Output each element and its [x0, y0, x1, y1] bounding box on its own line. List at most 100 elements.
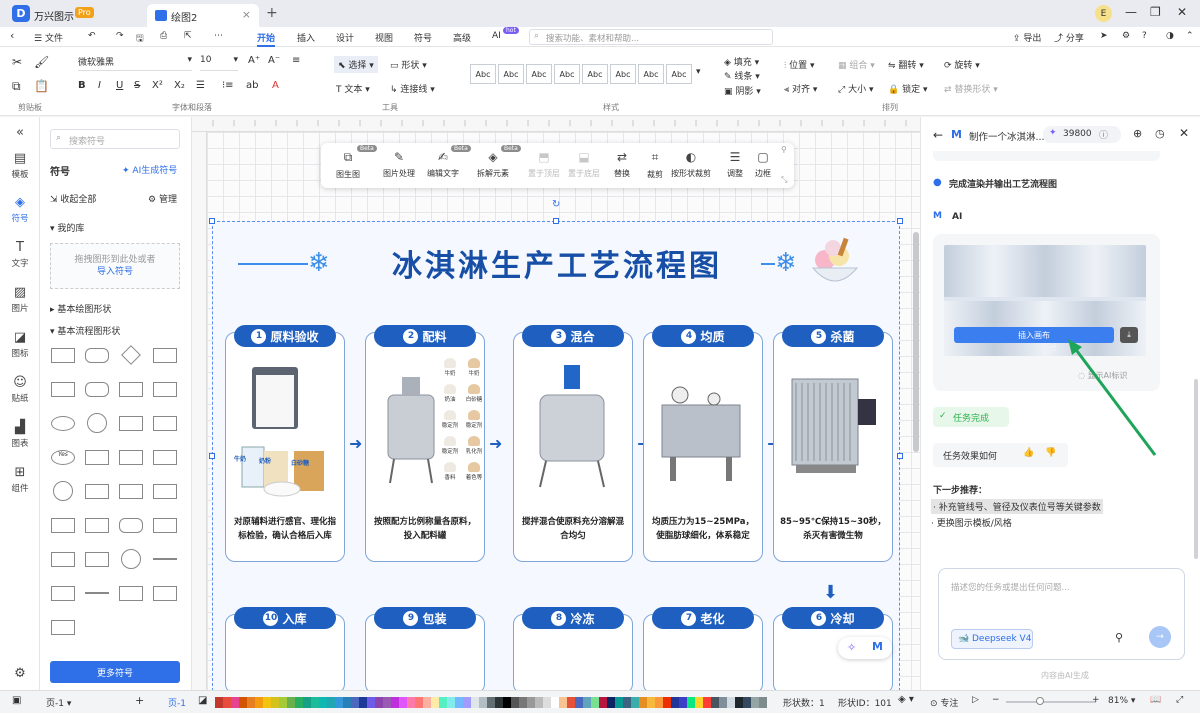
color-swatch[interactable]	[703, 697, 711, 708]
page-layout-icon[interactable]: ▣	[12, 695, 21, 706]
font-family-select[interactable]: 微软雅黑 ▾	[78, 55, 192, 71]
color-swatch[interactable]	[687, 697, 695, 708]
color-swatch[interactable]	[311, 697, 319, 708]
color-swatch[interactable]	[743, 697, 751, 708]
flow-shape-rect[interactable]	[84, 515, 110, 535]
resize-handle-tl[interactable]	[209, 218, 215, 224]
tab-advanced[interactable]: 高级	[453, 31, 471, 44]
bold-icon[interactable]: B	[78, 80, 86, 91]
rotate-handle-icon[interactable]: ↻	[552, 199, 560, 210]
group-button[interactable]: ▦ 组合 ▾	[838, 58, 875, 71]
color-swatch[interactable]	[591, 697, 599, 708]
flow-shape-circ[interactable]	[50, 481, 76, 501]
flow-shape-rect[interactable]	[118, 447, 144, 467]
color-swatch[interactable]	[543, 697, 551, 708]
color-swatch[interactable]	[671, 697, 679, 708]
style-sample-1[interactable]: Abc	[470, 64, 496, 84]
color-swatch[interactable]	[479, 697, 487, 708]
ai-assistant-icon[interactable]: M	[872, 640, 883, 653]
position-button[interactable]: ⫶ 位置 ▾	[784, 58, 815, 71]
color-swatch[interactable]	[383, 697, 391, 708]
color-swatch[interactable]	[295, 697, 303, 708]
style-sample-2[interactable]: Abc	[498, 64, 524, 84]
book-view-icon[interactable]: 📖	[1150, 695, 1161, 705]
color-swatch[interactable]	[567, 697, 575, 708]
color-swatch[interactable]	[223, 697, 231, 708]
color-swatch[interactable]	[559, 697, 567, 708]
flow-shape-mdoc[interactable]	[152, 379, 178, 399]
color-swatch[interactable]	[279, 697, 287, 708]
collapse-ribbon-icon[interactable]: ⌃	[1186, 31, 1194, 41]
color-swatch[interactable]	[231, 697, 239, 708]
page-select[interactable]: 页-1 ▾	[46, 696, 71, 709]
expand-nav-icon[interactable]: «	[0, 125, 40, 140]
color-swatch[interactable]	[631, 697, 639, 708]
flowchart-image[interactable]: ❄ 冰淇淋生产工艺流程图 ❄ 1 原料验收 对原辅料进行感官、理化指标检验，确认合格…	[212, 221, 900, 691]
flow-shape-doc[interactable]	[152, 345, 178, 365]
ai-generate-symbol-button[interactable]: ✦ AI生成符号	[122, 163, 177, 176]
thumbs-up-icon[interactable]: 👍	[1023, 448, 1034, 458]
settings-icon[interactable]: ⚙	[1122, 31, 1130, 41]
send-to-back-button[interactable]: ⬓ 置于底层	[565, 150, 603, 179]
color-swatch[interactable]	[271, 697, 279, 708]
color-swatch[interactable]	[639, 697, 647, 708]
nav-symbols[interactable]: ◈ 符号	[0, 195, 40, 224]
color-swatch[interactable]	[719, 697, 727, 708]
flip-button[interactable]: ⇋ 翻转 ▾	[888, 58, 924, 71]
model-selector[interactable]: 🐋 Deepseek V4	[951, 629, 1033, 649]
close-window-icon[interactable]: ✕	[1177, 5, 1187, 19]
replace-shape-button[interactable]: ⇄ 替换形状 ▾	[944, 82, 998, 95]
edit-text-button[interactable]: ✍ 编辑文字	[425, 150, 461, 179]
file-menu[interactable]: ☰ 文件	[34, 31, 63, 44]
bullet-icon[interactable]: ⁝≡	[222, 80, 234, 91]
flow-shape-circ[interactable]	[118, 549, 144, 569]
color-swatch[interactable]	[495, 697, 503, 708]
layers-icon[interactable]: ◈ ▾	[898, 694, 914, 705]
fit-page-icon[interactable]: ⤢	[1176, 695, 1183, 705]
style-sample-6[interactable]: Abc	[610, 64, 636, 84]
resize-handle-right[interactable]	[897, 453, 903, 459]
more-icon[interactable]: ⋯	[214, 31, 223, 41]
color-swatch[interactable]	[455, 697, 463, 708]
split-elements-button[interactable]: ◈ 拆解元素	[473, 150, 513, 179]
flow-shape-rect[interactable]	[84, 549, 110, 569]
print-icon[interactable]: ⎙	[160, 31, 167, 41]
color-swatch[interactable]	[463, 697, 471, 708]
flow-shape-rect2[interactable]	[152, 413, 178, 433]
color-swatch[interactable]	[679, 697, 687, 708]
attach-icon[interactable]: ⚲	[1115, 631, 1123, 644]
resize-handle-top[interactable]	[553, 218, 559, 224]
flow-shape-yes[interactable]: Yes	[50, 447, 76, 467]
color-swatch[interactable]	[511, 697, 519, 708]
color-swatch[interactable]	[239, 697, 247, 708]
color-swatch[interactable]	[407, 697, 415, 708]
color-swatch[interactable]	[503, 697, 511, 708]
image-to-image-button[interactable]: ⧉ 图生图	[333, 150, 363, 180]
flow-shape-rect[interactable]	[84, 481, 110, 501]
nav-images[interactable]: ▨ 图片	[0, 285, 40, 314]
resize-handle-tr[interactable]	[897, 218, 903, 224]
thumbs-down-icon[interactable]: 👎	[1045, 448, 1056, 458]
search-input[interactable]: ⌕ 搜索功能、素材和帮助...	[529, 29, 773, 45]
color-swatch[interactable]	[367, 697, 375, 708]
flow-shape-rect[interactable]	[118, 481, 144, 501]
basic-shapes-header[interactable]: ▸ 基本绘图形状	[50, 302, 111, 315]
color-swatch[interactable]	[319, 697, 327, 708]
color-swatch[interactable]	[575, 697, 583, 708]
zoom-slider[interactable]	[1006, 701, 1096, 703]
collapse-all-button[interactable]: ⇲ 收起全部	[50, 192, 96, 205]
color-swatch[interactable]	[215, 697, 223, 708]
library-dropzone[interactable]: 拖拽图形到此处或者 导入符号	[50, 243, 180, 289]
zoom-level[interactable]: 81% ▾	[1108, 696, 1135, 706]
flow-shape-arc[interactable]	[152, 583, 178, 603]
text-tool[interactable]: T 文本 ▾	[336, 82, 370, 95]
redo-icon[interactable]: ↷	[116, 31, 124, 41]
underline-icon[interactable]: U	[116, 80, 123, 91]
color-swatch[interactable]	[447, 697, 455, 708]
zoom-slider-thumb[interactable]	[1036, 697, 1044, 705]
restore-icon[interactable]: ❐	[1150, 5, 1161, 19]
flow-shape-diamond[interactable]	[118, 345, 144, 365]
bring-to-front-button[interactable]: ⬒ 置于顶层	[525, 150, 563, 179]
replace-button[interactable]: ⇄ 替换	[609, 150, 635, 179]
color-swatch[interactable]	[351, 697, 359, 708]
